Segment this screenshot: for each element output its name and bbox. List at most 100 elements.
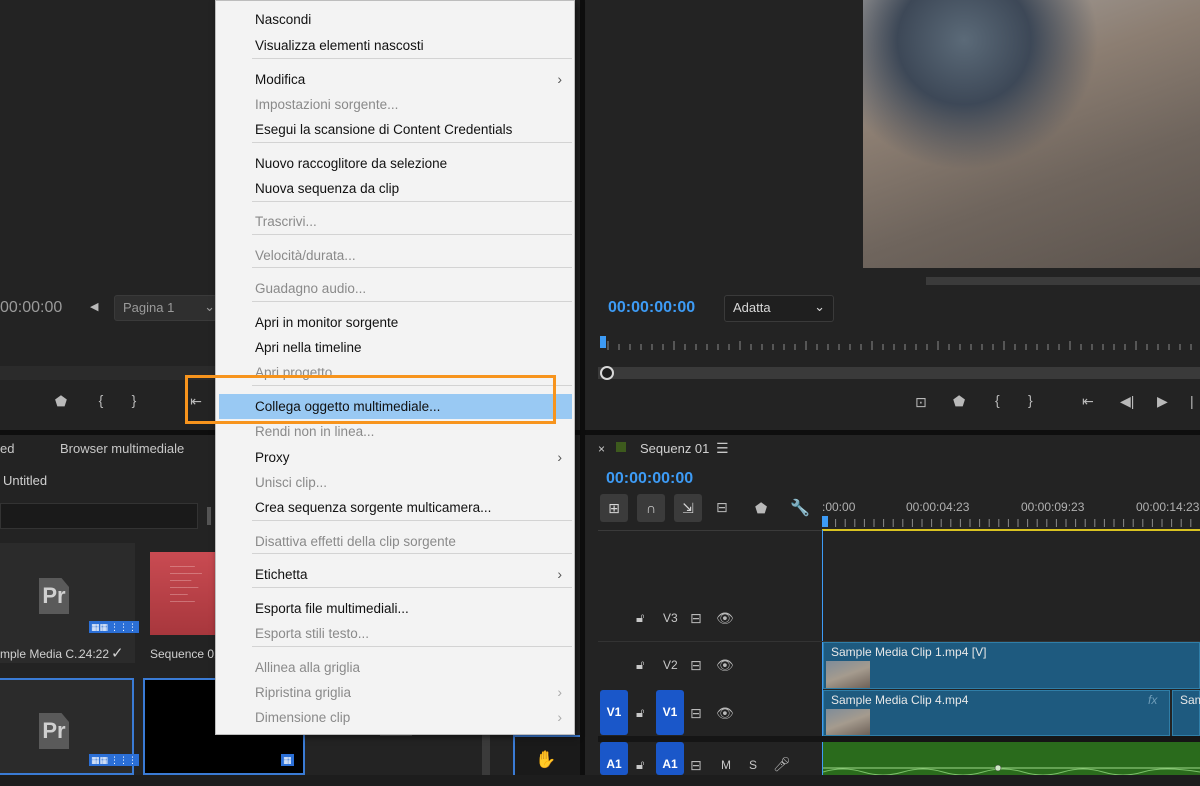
menu-separator: [252, 201, 572, 202]
source-patch-a1[interactable]: A1: [600, 742, 628, 775]
fit-dropdown[interactable]: Adatta ⌄: [724, 295, 834, 322]
export-frame-icon[interactable]: ⊡: [915, 394, 927, 411]
mark-in-icon[interactable]: {: [995, 392, 1000, 408]
mute-button[interactable]: M: [721, 758, 731, 772]
project-item-clip[interactable]: Pr ▦▦ ⋮⋮⋮ mple Media C... 24:22 ✓: [0, 543, 139, 663]
menu-separator: [252, 553, 572, 554]
panel-divider-horizontal[interactable]: [0, 430, 1200, 435]
sync-lock-icon[interactable]: ⊟: [690, 757, 702, 774]
premiere-file-icon: Pr: [39, 578, 69, 614]
sync-lock-icon[interactable]: ⊟: [690, 705, 702, 722]
menu-item[interactable]: Apri nella timeline: [216, 335, 572, 360]
menu-item[interactable]: Nascondi: [216, 7, 572, 32]
menu-item[interactable]: Esporta file multimediali...: [216, 596, 572, 621]
wrench-icon[interactable]: 🔧: [790, 498, 810, 518]
track-target-v1[interactable]: V1: [656, 690, 684, 735]
search-divider: [207, 507, 211, 525]
mark-in-icon[interactable]: {: [93, 392, 109, 408]
clip-a1[interactable]: [822, 742, 1200, 776]
play-icon[interactable]: ▶: [1157, 393, 1168, 410]
hamburger-menu-icon[interactable]: ☰: [716, 440, 729, 457]
track-label-v3[interactable]: V3: [663, 611, 678, 625]
menu-item[interactable]: Modifica ›: [216, 67, 572, 92]
menu-item[interactable]: Nuovo raccoglitore da selezione: [216, 151, 572, 176]
add-edit-icon[interactable]: ⊟: [716, 499, 728, 516]
menu-item-label: Esporta file multimediali...: [255, 601, 409, 616]
program-video-frame: [863, 0, 1200, 268]
hand-tool-icon[interactable]: ✋: [535, 750, 556, 770]
menu-item: Allinea alla griglia: [216, 655, 572, 680]
step-forward-icon[interactable]: |: [1190, 393, 1194, 409]
project-scrollbar[interactable]: [482, 735, 490, 775]
project-item-duration: 24:22: [79, 647, 110, 661]
menu-separator: [252, 234, 572, 235]
tab-project[interactable]: ed: [0, 441, 14, 456]
clip-v1-next[interactable]: Sam: [1172, 690, 1200, 736]
step-back-icon[interactable]: ◀|: [1120, 393, 1134, 410]
menu-item[interactable]: Apri in monitor sorgente: [216, 310, 572, 335]
timeline-timecode[interactable]: 00:00:00:00: [606, 470, 693, 488]
track-label-v2[interactable]: V2: [663, 658, 678, 672]
sync-lock-icon[interactable]: ⊟: [690, 610, 702, 627]
caret-left-icon[interactable]: ◀: [90, 300, 98, 313]
close-icon[interactable]: ×: [598, 442, 605, 456]
menu-item[interactable]: Proxy ›: [216, 445, 572, 470]
menu-item[interactable]: Visualizza elementi nascosti: [216, 33, 572, 58]
microphone-icon[interactable]: 🎤︎: [773, 756, 791, 773]
project-name: Untitled: [3, 473, 48, 488]
clip-v1[interactable]: Sample Media Clip 4.mp4 fx: [823, 690, 1170, 736]
menu-item[interactable]: Crea sequenza sorgente multicamera...: [216, 495, 572, 520]
eye-icon[interactable]: 👁︎: [716, 657, 734, 674]
menu-item-label: Impostazioni sorgente...: [255, 97, 399, 112]
marker-icon[interactable]: ⬟: [53, 393, 69, 410]
nest-sequence-icon[interactable]: ⊞: [600, 494, 628, 522]
mark-out-icon[interactable]: }: [1028, 392, 1033, 408]
menu-item: Dimensione clip ›: [216, 705, 572, 730]
track-target-a1[interactable]: A1: [656, 742, 684, 775]
linked-selection-icon[interactable]: ⇲: [674, 494, 702, 522]
menu-item[interactable]: Nuova sequenza da clip: [216, 176, 572, 201]
program-time-ruler[interactable]: [598, 333, 1200, 383]
timeline-ruler[interactable]: [822, 514, 1200, 534]
highlight-annotation-box: [185, 375, 556, 424]
video-badge-icon: ▦▦: [89, 621, 111, 633]
ruler-label: 00:00:04:23: [906, 500, 970, 514]
sequence-tab[interactable]: Sequenz 01: [640, 441, 709, 456]
source-timecode[interactable]: 00:00:00: [0, 299, 62, 317]
marker-icon[interactable]: ⬟: [953, 393, 965, 410]
marker-icon[interactable]: ⬟: [755, 500, 767, 517]
lock-icon[interactable]: 🔓︎: [636, 705, 644, 721]
lock-icon[interactable]: 🔓︎: [636, 610, 644, 626]
lock-icon[interactable]: 🔓︎: [636, 757, 644, 773]
tab-media-browser[interactable]: Browser multimediale: [60, 441, 184, 456]
menu-separator: [252, 301, 572, 302]
source-scrollbar[interactable]: [0, 366, 215, 380]
solo-button[interactable]: S: [749, 758, 757, 772]
source-patch-v1[interactable]: V1: [600, 690, 628, 735]
menu-item[interactable]: Esegui la scansione di Content Credentia…: [216, 117, 572, 142]
panel-divider-vertical[interactable]: [580, 0, 585, 775]
mark-out-icon[interactable]: }: [126, 392, 142, 408]
menu-item-label: Guadagno audio...: [255, 281, 367, 296]
chevron-right-icon: ›: [557, 71, 562, 87]
clip-v2[interactable]: Sample Media Clip 1.mp4 [V]: [823, 642, 1200, 689]
program-scrollbar[interactable]: [926, 277, 1200, 285]
menu-item[interactable]: Etichetta ›: [216, 562, 572, 587]
menu-separator: [252, 142, 572, 143]
go-to-in-icon[interactable]: ⇤: [1082, 393, 1094, 410]
clip-name: Sample Media Clip 4.mp4: [831, 693, 969, 707]
sequence-thumbnail[interactable]: ─────── ───────── ────── ──────── ───── ─────…: [150, 552, 215, 635]
project-item-selected-clip[interactable]: Pr ▦▦ ⋮⋮⋮: [0, 678, 139, 775]
sync-lock-icon[interactable]: ⊟: [690, 657, 702, 674]
search-input[interactable]: [0, 503, 198, 529]
menu-item-label: Crea sequenza sorgente multicamera...: [255, 500, 492, 515]
chevron-right-icon: ›: [557, 709, 562, 725]
clip-name: Sample Media Clip 1.mp4 [V]: [831, 645, 987, 659]
program-timecode[interactable]: 00:00:00:00: [608, 299, 695, 317]
eye-icon[interactable]: 👁︎: [716, 705, 734, 722]
eye-icon[interactable]: 👁︎: [716, 610, 734, 627]
page-dropdown-value: Pagina 1: [123, 300, 175, 315]
lock-icon[interactable]: 🔓︎: [636, 657, 644, 673]
page-dropdown[interactable]: Pagina 1 ⌄: [114, 295, 224, 321]
snap-magnet-icon[interactable]: ∩: [637, 494, 665, 522]
